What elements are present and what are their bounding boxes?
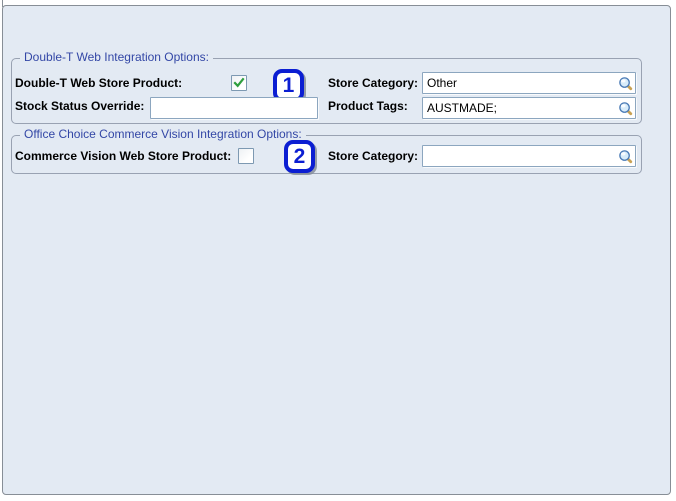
stock-status-override-field xyxy=(150,97,318,119)
store-category-label-1: Store Category: xyxy=(328,76,419,90)
double-t-web-store-product-label: Double-T Web Store Product: xyxy=(15,76,183,90)
double-t-web-store-product-checkbox[interactable] xyxy=(231,75,247,91)
store-category-input-1[interactable] xyxy=(422,72,636,94)
store-category-field-2 xyxy=(422,145,636,167)
stock-status-override-label: Stock Status Override: xyxy=(15,99,145,113)
group-commerce-vision-legend: Office Choice Commerce Vision Integratio… xyxy=(20,127,306,141)
annotation-badge-2: 2 xyxy=(284,140,315,173)
product-tags-field xyxy=(422,97,636,119)
stock-status-override-input[interactable] xyxy=(150,97,318,119)
magnifier-icon[interactable] xyxy=(617,75,633,91)
product-tags-label: Product Tags: xyxy=(328,99,408,113)
screen: Double-T Web Integration Options: Double… xyxy=(0,0,676,501)
magnifier-icon[interactable] xyxy=(617,148,633,164)
commerce-vision-web-store-product-checkbox[interactable] xyxy=(238,148,254,164)
product-tags-input[interactable] xyxy=(422,97,636,119)
integration-options-panel: Double-T Web Integration Options: Double… xyxy=(2,5,671,495)
check-icon xyxy=(233,77,245,89)
commerce-vision-web-store-product-label: Commerce Vision Web Store Product: xyxy=(15,149,232,163)
store-category-label-2: Store Category: xyxy=(328,149,419,163)
magnifier-icon[interactable] xyxy=(617,100,633,116)
store-category-field-1 xyxy=(422,72,636,94)
store-category-input-2[interactable] xyxy=(422,145,636,167)
group-double-t-legend: Double-T Web Integration Options: xyxy=(20,50,213,64)
